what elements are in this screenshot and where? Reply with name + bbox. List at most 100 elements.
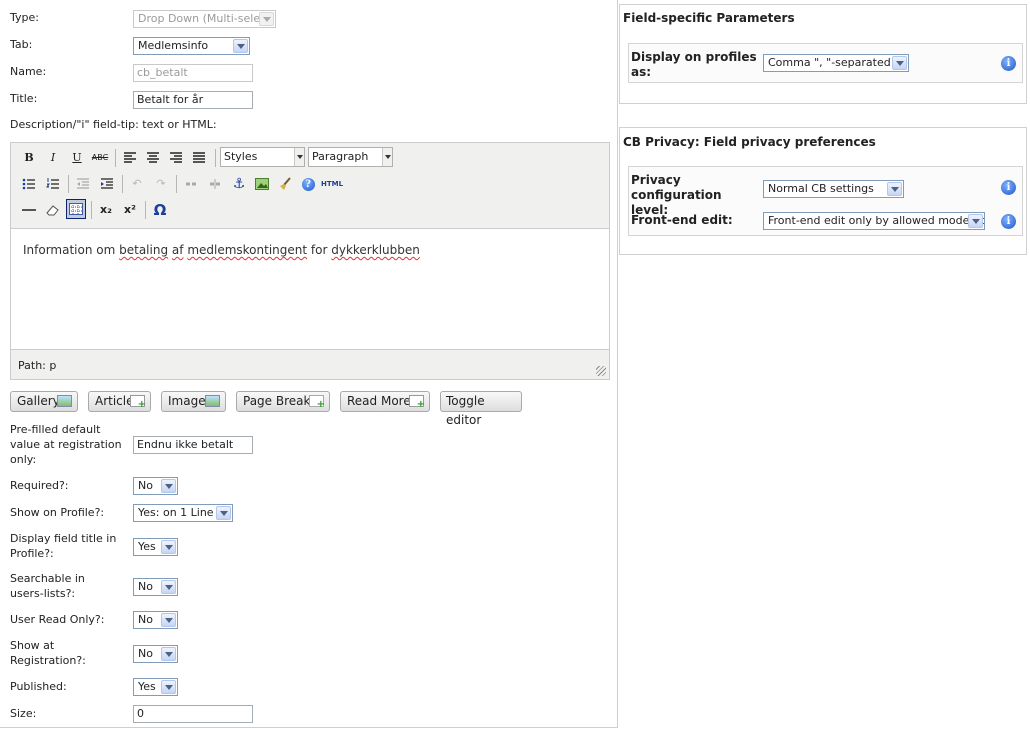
redo-button[interactable]: ↷ bbox=[151, 174, 171, 194]
searchable-select[interactable]: No bbox=[133, 578, 178, 596]
undo-button[interactable]: ↶ bbox=[127, 174, 147, 194]
align-center-button[interactable] bbox=[143, 148, 163, 168]
chevron-down-icon bbox=[161, 580, 176, 594]
title-field[interactable]: Betalt for år bbox=[133, 91, 253, 109]
article-button[interactable]: Article bbox=[88, 391, 151, 412]
content-text: Information om bbox=[23, 243, 120, 257]
privacy-config-value: Normal CB settings bbox=[768, 182, 874, 195]
special-char-button[interactable]: Ω bbox=[150, 200, 170, 220]
horizontal-rule-icon bbox=[22, 209, 36, 211]
field-params-panel: Field-specific Parameters Display on pro… bbox=[619, 4, 1027, 104]
align-right-button[interactable] bbox=[166, 148, 186, 168]
size-label: Size: bbox=[10, 707, 37, 720]
type-value: Drop Down (Multi-select) bbox=[138, 12, 275, 25]
html-source-button[interactable]: HTML bbox=[321, 174, 343, 194]
page-break-button[interactable]: Page Break bbox=[236, 391, 330, 412]
gallery-button[interactable]: Gallery bbox=[10, 391, 78, 412]
info-icon[interactable]: i bbox=[1001, 180, 1016, 195]
read-more-button-label: Read More bbox=[347, 394, 411, 408]
user-read-only-select[interactable]: No bbox=[133, 611, 178, 629]
info-icon[interactable]: i bbox=[1001, 214, 1016, 229]
italic-button[interactable]: I bbox=[43, 148, 63, 168]
display-on-profiles-label: Display on profiles as: bbox=[631, 50, 757, 79]
show-at-registration-value: No bbox=[138, 647, 153, 660]
underline-button[interactable]: U bbox=[67, 148, 87, 168]
unlink-button[interactable] bbox=[205, 174, 225, 194]
chevron-down-icon bbox=[382, 148, 392, 166]
show-on-profile-select[interactable]: Yes: on 1 Line bbox=[133, 504, 233, 522]
privacy-config-select[interactable]: Normal CB settings bbox=[763, 180, 904, 198]
tab-select[interactable]: Medlemsinfo bbox=[133, 37, 250, 55]
justify-icon bbox=[193, 152, 205, 163]
size-field[interactable]: 0 bbox=[133, 705, 253, 723]
editor-content[interactable]: Information om betaling af medlemskontin… bbox=[11, 229, 609, 349]
chevron-down-icon bbox=[968, 214, 983, 228]
superscript-button[interactable]: x² bbox=[120, 200, 140, 220]
searchable-label: Searchable in users-lists?: bbox=[10, 572, 85, 600]
chevron-down-icon bbox=[161, 647, 176, 661]
front-end-edit-select[interactable]: Front-end edit only by allowed moderator… bbox=[763, 212, 985, 230]
title-label: Title: bbox=[10, 92, 38, 105]
styles-select[interactable]: Styles bbox=[220, 147, 305, 167]
chevron-down-icon bbox=[161, 479, 176, 493]
insert-image-button[interactable] bbox=[252, 174, 272, 194]
display-title-select[interactable]: Yes bbox=[133, 538, 178, 556]
field-params-box: Display on profiles as: Comma ", "-separ… bbox=[628, 43, 1023, 83]
description-editor: B I U ABC Styles Paragraph ↶ ↷ ⚓ ? HTML … bbox=[10, 142, 610, 380]
outdent-button[interactable] bbox=[73, 174, 93, 194]
toggle-editor-button[interactable]: Toggle editor bbox=[440, 391, 522, 427]
chevron-down-icon bbox=[259, 12, 274, 26]
bullet-list-button[interactable] bbox=[19, 174, 39, 194]
show-at-registration-select[interactable]: No bbox=[133, 645, 178, 663]
indent-button[interactable] bbox=[97, 174, 117, 194]
user-read-only-label: User Read Only?: bbox=[10, 613, 105, 626]
horizontal-rule-button[interactable] bbox=[19, 200, 39, 220]
content-word: medlemskontingent bbox=[187, 243, 308, 257]
image-button[interactable]: Image bbox=[161, 391, 226, 412]
editor-statusbar: Path: p bbox=[11, 349, 609, 379]
help-button[interactable]: ? bbox=[298, 174, 318, 194]
format-select[interactable]: Paragraph bbox=[308, 147, 393, 167]
required-select[interactable]: No bbox=[133, 477, 178, 495]
subscript-button[interactable]: x₂ bbox=[96, 200, 116, 220]
unlink-icon bbox=[210, 179, 220, 189]
chevron-down-icon bbox=[294, 148, 304, 166]
published-label: Published: bbox=[10, 680, 67, 693]
type-label: Type: bbox=[10, 11, 39, 24]
info-icon[interactable]: i bbox=[1001, 56, 1016, 71]
chevron-down-icon bbox=[161, 540, 176, 554]
show-at-registration-label: Show at Registration?: bbox=[10, 639, 86, 667]
numbered-list-button[interactable] bbox=[43, 174, 63, 194]
content-text: for bbox=[307, 243, 332, 257]
display-on-profiles-select[interactable]: Comma ", "-separated line bbox=[763, 54, 909, 72]
toolbar-separator bbox=[68, 175, 69, 193]
user-read-only-value: No bbox=[138, 613, 153, 626]
read-more-button[interactable]: Read More bbox=[340, 391, 430, 412]
strikethrough-button[interactable]: ABC bbox=[90, 148, 110, 168]
visual-aid-button[interactable] bbox=[66, 199, 86, 219]
front-end-edit-label: Front-end edit: bbox=[631, 213, 733, 227]
prefilled-field[interactable]: Endnu ikke betalt bbox=[133, 436, 253, 454]
show-on-profile-value: Yes: on 1 Line bbox=[138, 506, 214, 519]
published-value: Yes bbox=[138, 680, 156, 693]
type-select: Drop Down (Multi-select) bbox=[133, 10, 276, 28]
image-button-label: Image bbox=[168, 394, 206, 408]
align-right-icon bbox=[170, 152, 182, 163]
name-field: cb_betalt bbox=[133, 64, 253, 82]
justify-button[interactable] bbox=[189, 148, 209, 168]
toolbar-separator bbox=[145, 201, 146, 219]
bold-button[interactable]: B bbox=[19, 148, 39, 168]
chevron-down-icon bbox=[892, 56, 907, 70]
toolbar-separator bbox=[215, 149, 216, 167]
remove-format-button[interactable] bbox=[43, 200, 63, 220]
align-left-button[interactable] bbox=[120, 148, 140, 168]
link-button[interactable] bbox=[181, 174, 201, 194]
toolbar-separator bbox=[176, 175, 177, 193]
page-break-icon bbox=[309, 395, 325, 410]
anchor-button[interactable]: ⚓ bbox=[229, 174, 249, 194]
published-select[interactable]: Yes bbox=[133, 678, 178, 696]
resize-grip-icon[interactable] bbox=[596, 366, 606, 376]
name-label: Name: bbox=[10, 65, 47, 78]
cleanup-button[interactable] bbox=[275, 174, 295, 194]
content-word: betaling bbox=[119, 243, 169, 257]
